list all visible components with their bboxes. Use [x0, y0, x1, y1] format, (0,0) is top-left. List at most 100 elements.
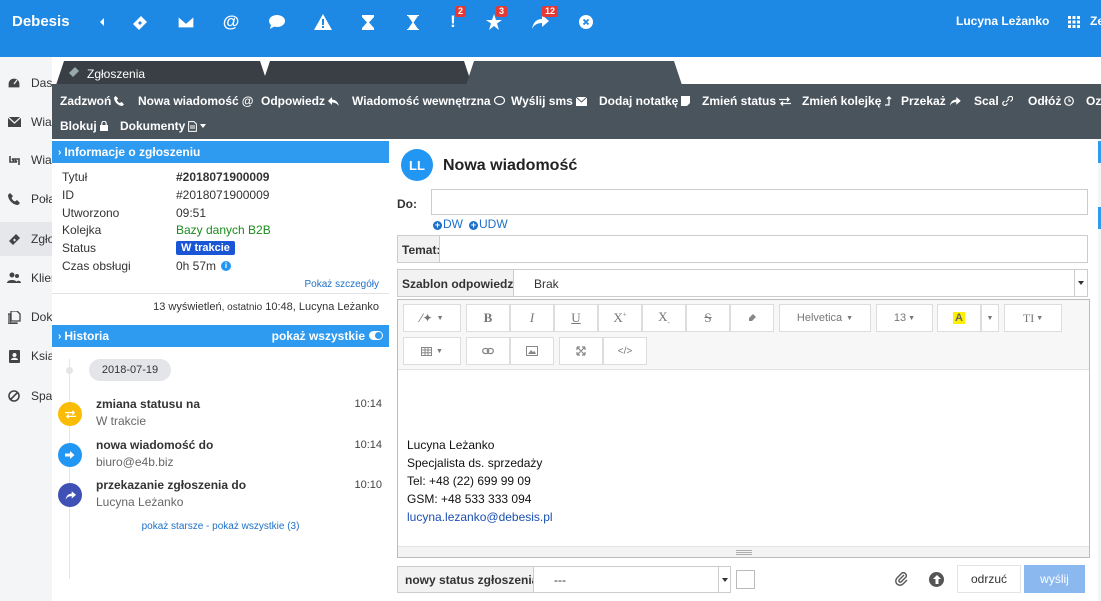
nav-item-calls[interactable]: Połączenia: [0, 182, 52, 216]
eraser-icon: [747, 313, 757, 323]
note-icon: [678, 96, 691, 106]
superscript-icon: X+: [613, 310, 627, 325]
nav-item-tickets[interactable]: Zgłoszenia: [0, 222, 52, 256]
nav-item-documents[interactable]: Dokumenty: [0, 300, 52, 334]
file-icon: [185, 120, 198, 132]
label-status: Status: [62, 241, 97, 255]
at-sign-icon: @: [241, 94, 254, 108]
font-family-select[interactable]: Helvetica ▼: [779, 304, 871, 332]
status-checkbox[interactable]: [736, 570, 755, 589]
merge-button[interactable]: Scal: [974, 94, 1013, 108]
forward-button[interactable]: Przekaż: [901, 94, 961, 108]
lock-button[interactable]: Blokuj: [60, 119, 108, 133]
template-select[interactable]: Brak: [513, 269, 1088, 297]
nav-item-dashboard[interactable]: Daszboard: [0, 66, 52, 100]
hourglass-end-icon[interactable]: [403, 12, 423, 32]
user-name[interactable]: Lucyna Leżanko: [956, 14, 1049, 28]
show-all-history-toggle-label[interactable]: pokaż wszystkie: [272, 329, 365, 343]
postpone-button[interactable]: Odłóż: [1028, 94, 1075, 108]
link-button[interactable]: [466, 337, 510, 365]
value-handling-time: 0h 57m i: [176, 259, 232, 273]
strikethrough-button[interactable]: S: [686, 304, 730, 332]
new-status-select[interactable]: ---: [533, 566, 731, 593]
action-toolbar: Zadzwoń Nowa wiadomość @ Odpowiedz Wiadom…: [52, 85, 1101, 139]
image-button[interactable]: [510, 337, 554, 365]
ticket-info-header[interactable]: › Informacje o zgłoszeniu: [52, 141, 389, 163]
show-all-link[interactable]: pokaż wszystkie (3): [212, 521, 299, 532]
call-button[interactable]: Zadzwoń: [60, 94, 125, 108]
close-circle-icon[interactable]: [576, 12, 596, 32]
table-button[interactable]: ▼: [403, 337, 461, 365]
nav-item-internal-messages[interactable]: Wiadomości: [0, 143, 52, 177]
to-input[interactable]: [431, 189, 1088, 215]
reply-button[interactable]: Odpowiedz: [261, 94, 339, 108]
retweet-icon: [7, 153, 21, 167]
signature-role: Specjalista ds. sprzedaży: [407, 456, 543, 470]
internal-message-button[interactable]: Wiadomość wewnętrzna: [352, 94, 505, 108]
tab-empty[interactable]: [262, 60, 472, 85]
ticket-icon[interactable]: [130, 12, 150, 32]
phone-icon: [111, 96, 125, 106]
font-size-select[interactable]: 13 ▼: [876, 304, 933, 332]
upload-icon[interactable]: [929, 572, 944, 587]
caret-down-icon: [718, 567, 730, 592]
fullscreen-button[interactable]: [559, 337, 603, 365]
add-cc-link[interactable]: + DW: [433, 217, 463, 231]
text-height-icon: TI: [1022, 310, 1035, 325]
subscript-button[interactable]: X-: [642, 304, 686, 332]
chat-icon[interactable]: [267, 12, 287, 32]
info-icon[interactable]: i: [221, 261, 232, 271]
collapse-arrow-icon[interactable]: [92, 12, 112, 32]
documents-dropdown-button[interactable]: Dokumenty: [120, 119, 207, 133]
share-icon[interactable]: 12: [530, 6, 559, 32]
warning-icon[interactable]: [313, 12, 333, 32]
send-sms-button[interactable]: Wyślij sms: [511, 94, 587, 108]
bold-button[interactable]: B: [466, 304, 510, 332]
brand-logo[interactable]: Debesis: [12, 13, 70, 30]
superscript-button[interactable]: X+: [598, 304, 642, 332]
subject-input[interactable]: [439, 235, 1088, 263]
show-older-link[interactable]: pokaż starsze: [142, 521, 204, 532]
dashboard-icon: [7, 76, 21, 90]
toggle-icon[interactable]: [369, 331, 383, 340]
alert-icon[interactable]: ! 2: [443, 6, 467, 32]
underline-button[interactable]: U: [554, 304, 598, 332]
code-view-button[interactable]: </>: [603, 337, 647, 365]
paperclip-icon[interactable]: [895, 572, 909, 586]
editor-resize-handle[interactable]: [398, 546, 1089, 557]
new-message-button[interactable]: Nowa wiadomość @: [138, 94, 253, 108]
signature-email-link[interactable]: lucyna.lezanko@debesis.pl: [407, 508, 553, 526]
cancel-button[interactable]: odrzuć: [957, 565, 1021, 593]
sign-out-icon: [58, 443, 82, 467]
show-details-link[interactable]: Pokaż szczegóły: [305, 279, 379, 290]
add-bcc-link[interactable]: + UDW: [469, 217, 508, 231]
caret-down-icon: ▼: [436, 314, 444, 322]
reply-icon: [325, 96, 339, 106]
add-note-button[interactable]: Dodaj notatkę: [599, 94, 691, 108]
eraser-button[interactable]: [730, 304, 774, 332]
history-header[interactable]: › Historia pokaż wszystkie: [52, 325, 389, 347]
italic-icon: I: [529, 310, 535, 325]
nav-item-clients[interactable]: Klienci: [0, 261, 52, 295]
highlight-color-button[interactable]: A: [937, 304, 981, 332]
at-sign-icon[interactable]: @: [221, 12, 241, 32]
change-queue-button[interactable]: Zmień kolejkę: [802, 94, 892, 108]
more-actions-button[interactable]: Oz: [1086, 94, 1101, 108]
apps-grid-icon[interactable]: [1067, 12, 1081, 32]
caret-down-icon: ▼: [436, 347, 443, 355]
change-status-button[interactable]: Zmień status: [702, 94, 792, 108]
tab-tickets[interactable]: Zgłoszenia: [56, 60, 268, 85]
envelope-icon[interactable]: [176, 12, 196, 32]
nav-item-messages[interactable]: Wiadomości: [0, 105, 52, 139]
apps-label[interactable]: Ze: [1090, 14, 1101, 28]
hourglass-icon[interactable]: [358, 12, 378, 32]
highlight-color-dropdown[interactable]: ▼: [981, 304, 999, 332]
nav-item-spam[interactable]: Spam: [0, 379, 52, 413]
star-icon[interactable]: 3: [484, 6, 508, 32]
text-style-button[interactable]: TI ▼: [1004, 304, 1062, 332]
send-button[interactable]: wyślij: [1024, 565, 1085, 593]
nav-item-address-book[interactable]: Książka: [0, 339, 52, 373]
magic-wand-button[interactable]: ⁄✦ ▼: [403, 304, 461, 332]
italic-button[interactable]: I: [510, 304, 554, 332]
history-footer: pokaż starsze - pokaż wszystkie (3): [141, 521, 300, 532]
